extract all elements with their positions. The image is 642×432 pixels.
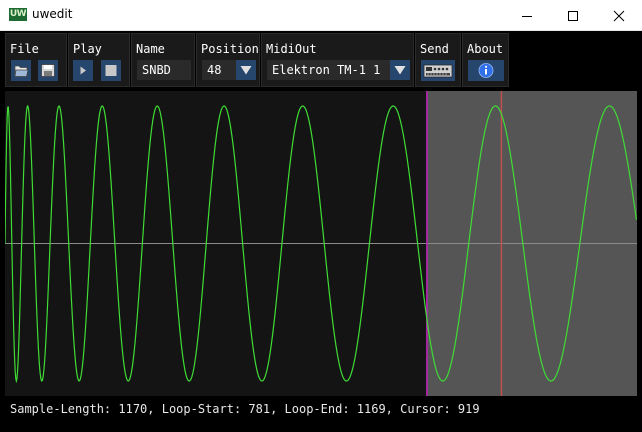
play-label: Play bbox=[73, 42, 102, 56]
toolbar: File Play Name SNBD Position 48 MidiOut … bbox=[0, 31, 642, 89]
close-button[interactable] bbox=[596, 0, 642, 31]
send-label: Send bbox=[420, 42, 449, 56]
position-dropdown-button[interactable] bbox=[236, 60, 256, 80]
midiout-select[interactable]: Elektron TM-1 1 bbox=[267, 60, 390, 80]
save-file-button[interactable] bbox=[38, 60, 58, 81]
about-label: About bbox=[467, 42, 504, 56]
position-group: Position 48 bbox=[196, 33, 260, 87]
file-label: File bbox=[10, 42, 39, 56]
play-icon bbox=[80, 66, 86, 75]
status-bar: Sample-Length: 1170, Loop-Start: 781, Lo… bbox=[10, 402, 480, 416]
send-button[interactable] bbox=[421, 60, 455, 81]
send-group: Send bbox=[415, 33, 461, 87]
title-bar: UW uwedit bbox=[0, 0, 642, 31]
midiout-label: MidiOut bbox=[266, 42, 317, 56]
chevron-down-icon bbox=[240, 66, 252, 75]
file-group: File bbox=[5, 33, 67, 87]
maximize-icon bbox=[568, 11, 578, 21]
about-button[interactable] bbox=[468, 60, 504, 81]
open-file-button[interactable] bbox=[11, 60, 31, 81]
waveform-view[interactable] bbox=[5, 91, 637, 396]
name-input[interactable]: SNBD bbox=[137, 60, 191, 80]
about-group: About bbox=[462, 33, 509, 87]
waveform-canvas[interactable] bbox=[5, 91, 637, 396]
save-icon bbox=[41, 64, 55, 77]
position-label: Position bbox=[201, 42, 259, 56]
play-group: Play bbox=[68, 33, 130, 87]
stop-icon bbox=[105, 65, 117, 76]
synth-device-icon bbox=[423, 64, 453, 78]
open-folder-icon bbox=[14, 65, 29, 77]
midiout-dropdown-button[interactable] bbox=[390, 60, 410, 80]
close-icon bbox=[613, 10, 625, 22]
chevron-down-icon bbox=[394, 66, 406, 75]
minimize-button[interactable] bbox=[504, 0, 550, 31]
app-logo: UW bbox=[9, 8, 27, 21]
maximize-button[interactable] bbox=[550, 0, 596, 31]
window-title: uwedit bbox=[32, 7, 73, 21]
midiout-group: MidiOut Elektron TM-1 1 bbox=[261, 33, 414, 87]
minimize-icon bbox=[522, 16, 532, 17]
name-group: Name SNBD bbox=[131, 33, 195, 87]
position-select[interactable]: 48 bbox=[202, 60, 236, 80]
info-icon bbox=[478, 63, 494, 78]
stop-button[interactable] bbox=[101, 60, 121, 81]
name-label: Name bbox=[136, 42, 165, 56]
play-button[interactable] bbox=[73, 60, 93, 81]
